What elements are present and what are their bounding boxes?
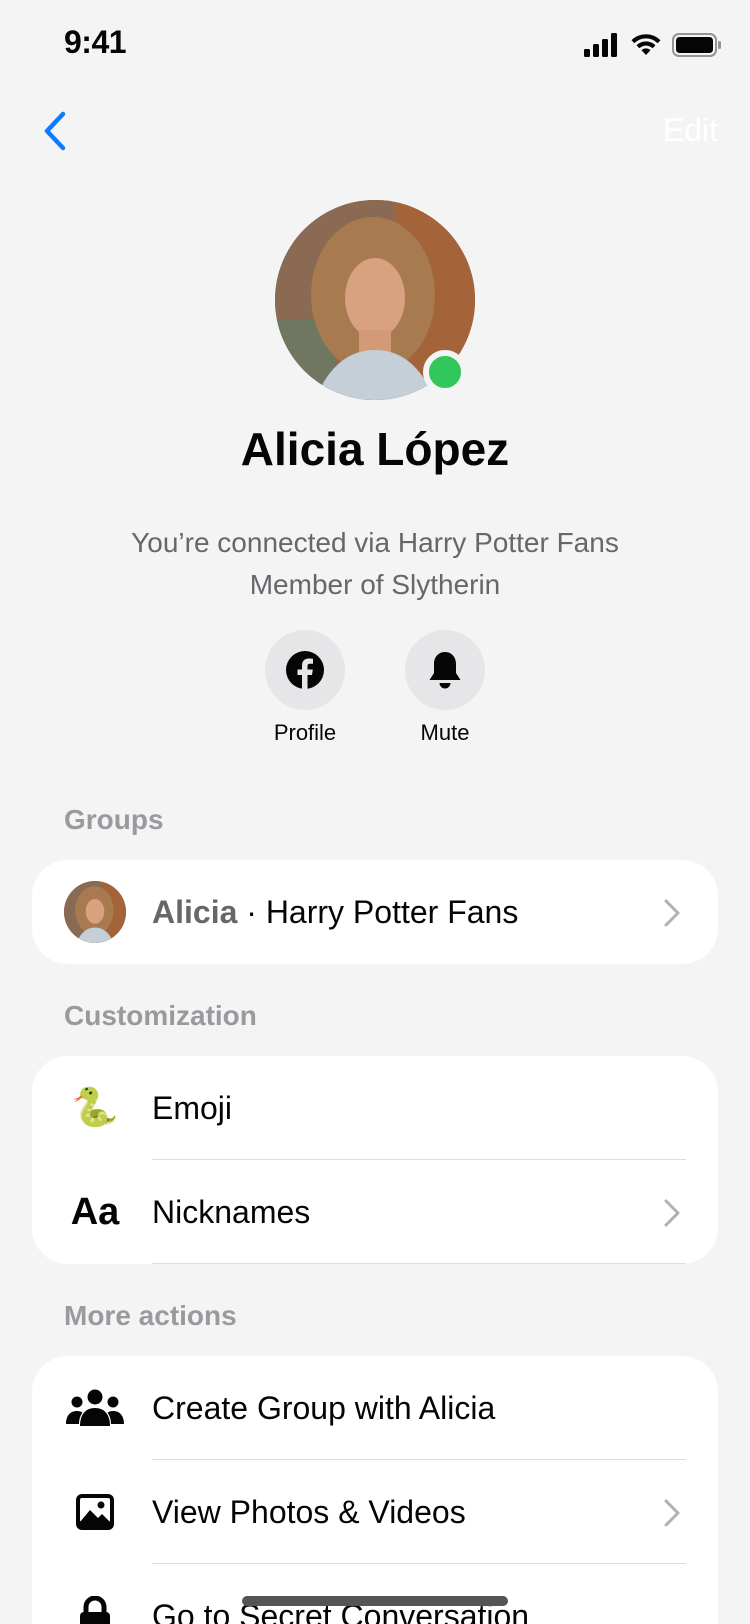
customization-header: Customization xyxy=(64,1000,257,1031)
back-button[interactable] xyxy=(30,106,80,156)
profile-button-label: Profile xyxy=(273,720,337,745)
emoji-row-label: Emoji xyxy=(152,1089,233,1126)
chevron-right-icon xyxy=(664,899,680,927)
profile-name: Alicia López xyxy=(240,423,510,475)
group-avatar xyxy=(64,881,126,943)
photo-icon-wrap xyxy=(64,1481,126,1543)
group-separator: · xyxy=(237,893,266,930)
quick-actions: Profile Mute xyxy=(0,630,750,750)
view-photos-row[interactable]: View Photos & Videos xyxy=(32,1460,718,1564)
more-actions-header: More actions xyxy=(64,1300,237,1331)
group-row-label: Alicia · Harry Potter Fans xyxy=(152,894,518,931)
photo-icon xyxy=(76,1494,114,1530)
snake-emoji-icon: 🐍 xyxy=(71,1087,119,1129)
nicknames-row-label: Nicknames xyxy=(152,1193,311,1230)
group-row-harry-potter-fans[interactable]: Alicia · Harry Potter Fans xyxy=(32,860,718,964)
mute-button[interactable]: Mute xyxy=(385,630,505,746)
profile-button-circle xyxy=(265,630,345,710)
profile-button[interactable]: Profile xyxy=(245,630,365,746)
profile-avatar[interactable] xyxy=(275,200,475,400)
chevron-left-icon xyxy=(44,111,66,151)
signal-icon xyxy=(584,33,617,57)
edit-button[interactable]: Edit xyxy=(663,112,718,149)
divider xyxy=(152,1263,686,1264)
create-group-row[interactable]: Create Group with Alicia xyxy=(32,1356,718,1460)
status-icons xyxy=(584,30,722,60)
lock-icon-wrap xyxy=(64,1585,126,1624)
emoji-row[interactable]: 🐍 Emoji xyxy=(32,1056,718,1160)
chevron-right-icon xyxy=(664,1499,680,1527)
connection-text: You’re connected via Harry Potter Fans xyxy=(131,527,619,558)
secret-conversation-row[interactable]: Go to Secret Conversation xyxy=(32,1564,718,1624)
home-indicator[interactable] xyxy=(242,1596,508,1606)
membership-text: Member of Slytherin xyxy=(249,569,501,600)
nicknames-row[interactable]: Aa Nicknames xyxy=(32,1160,718,1264)
people-icon-wrap xyxy=(64,1377,126,1439)
customization-card: 🐍 Emoji Aa Nicknames xyxy=(32,1056,718,1264)
create-group-label: Create Group with Alicia xyxy=(152,1389,496,1426)
nav-bar: Edit xyxy=(0,96,750,168)
view-photos-label: View Photos & Videos xyxy=(152,1493,466,1530)
bell-icon xyxy=(429,652,461,689)
mute-button-circle xyxy=(405,630,485,710)
status-bar: 9:41 xyxy=(0,0,750,88)
people-icon xyxy=(66,1389,124,1426)
groups-header: Groups xyxy=(64,804,164,835)
text-aa-icon: Aa xyxy=(70,1190,120,1233)
wifi-icon xyxy=(631,34,661,55)
profile-subtitle: You’re connected via Harry Potter Fans M… xyxy=(0,522,750,606)
group-avatar-photo xyxy=(64,881,126,943)
battery-icon xyxy=(672,33,721,57)
more-actions-card: Create Group with Alicia View Photos & V… xyxy=(32,1356,718,1624)
lock-icon xyxy=(80,1596,110,1624)
group-name: Harry Potter Fans xyxy=(265,893,519,930)
status-time: 9:41 xyxy=(64,24,127,60)
group-avatar-wrap xyxy=(64,881,126,943)
online-status-dot xyxy=(423,350,467,394)
group-member-name: Alicia xyxy=(152,893,238,930)
facebook-icon xyxy=(286,651,324,690)
mute-button-label: Mute xyxy=(420,720,470,745)
chevron-right-icon xyxy=(664,1199,680,1227)
groups-card: Alicia · Harry Potter Fans xyxy=(32,860,718,964)
